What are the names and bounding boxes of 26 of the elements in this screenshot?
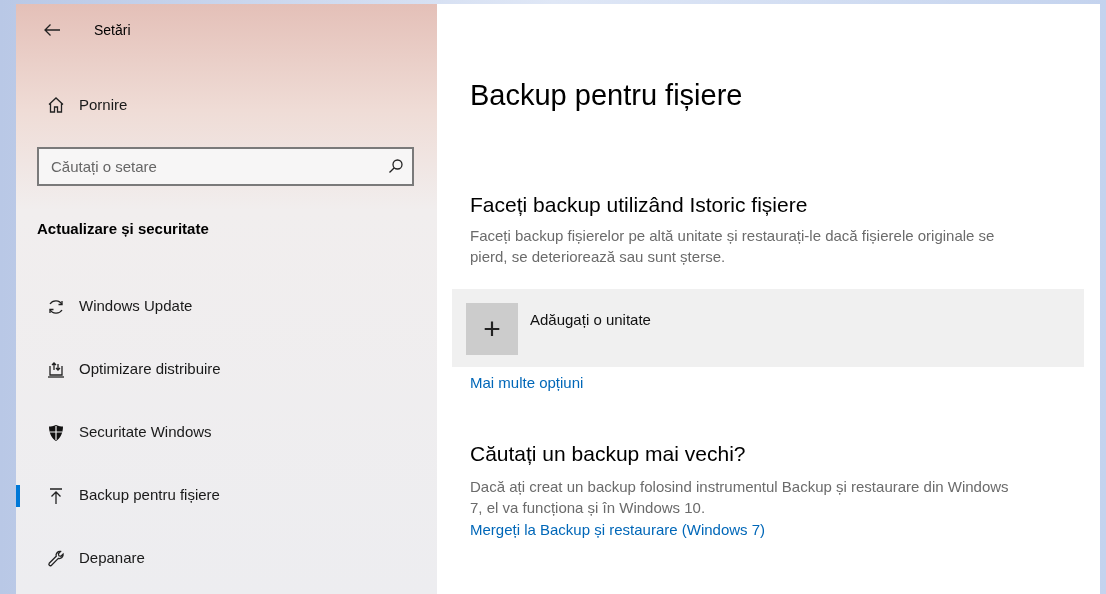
section-heading: Faceți backup utilizând Istoric fișiere — [470, 191, 809, 217]
window-title: Setări — [94, 20, 131, 40]
description: Faceți backup fișierelor pe altă unitate și restaurați-le dacă fișierele originale se pierd, se deteriorează sau sunt șterse. — [470, 226, 996, 267]
search-field[interactable]: Căutați o setare — [37, 147, 414, 186]
sidebar-item[interactable]: Depanare — [16, 546, 437, 571]
sidebar-item[interactable]: Optimizare distribuire — [16, 357, 437, 382]
wrench-icon — [47, 549, 65, 568]
tray-icon — [47, 360, 65, 379]
back-arrow-icon[interactable] — [43, 23, 61, 37]
upload-icon — [47, 486, 65, 505]
sync-icon — [47, 297, 65, 316]
sidebar-item[interactable]: Securitate Windows — [16, 420, 437, 445]
page-title: Backup pentru fișiere — [470, 78, 744, 113]
add-drive-label: Adăugați o unitate — [530, 310, 651, 330]
section-heading: Actualizare și securitate — [37, 219, 210, 239]
backup-restore-link[interactable]: Mergeți la Backup și restaurare (Windows 7) — [470, 519, 766, 542]
shield-icon — [47, 423, 65, 442]
section-heading: Căutați un backup mai vechi? — [470, 441, 747, 467]
sidebar-item[interactable]: Windows Update — [16, 294, 437, 319]
search-icon — [388, 158, 404, 174]
description: Dacă ați creat un backup folosind instrumentul Backup și restaurare din Windows 7, el va funcționa și în Windows 10. — [470, 477, 1010, 519]
sidebar-item[interactable]: Backup pentru fișiere — [16, 483, 437, 508]
home-icon — [47, 96, 65, 114]
home-nav-item[interactable]: Pornire — [16, 93, 437, 117]
more-options-link[interactable]: Mai multe opțiuni — [470, 372, 584, 395]
add-drive-button[interactable]: + — [466, 303, 518, 355]
